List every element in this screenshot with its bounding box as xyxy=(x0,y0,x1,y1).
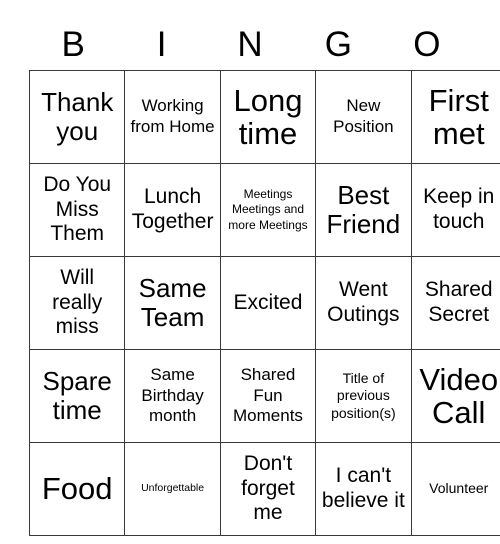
bingo-cell[interactable]: I can't believe it xyxy=(315,442,412,536)
bingo-cell[interactable]: Don't forget me xyxy=(219,442,317,536)
bingo-header-row: B I N G O xyxy=(29,18,471,70)
bingo-card: B I N G O Thank you Working from Home Lo… xyxy=(28,18,500,536)
bingo-cell[interactable]: Thank you xyxy=(28,70,126,164)
bingo-row: Will really miss Same Team Excited Went … xyxy=(28,256,500,350)
bingo-grid: Thank you Working from Home Long time Ne… xyxy=(28,70,500,536)
bingo-cell[interactable]: Shared Secret xyxy=(410,256,500,350)
bingo-header-letter-b: B xyxy=(61,24,85,64)
bingo-cell[interactable]: Volunteer xyxy=(410,442,500,536)
bingo-cell[interactable]: Unforgettable xyxy=(124,442,221,536)
bingo-header-letter-n: N xyxy=(237,24,263,64)
bingo-row: Food Unforgettable Don't forget me I can… xyxy=(28,442,500,536)
bingo-cell[interactable]: Meetings Meetings and more Meetings xyxy=(219,163,317,257)
bingo-header-letter-i: I xyxy=(156,24,167,64)
bingo-cell[interactable]: New Position xyxy=(315,70,412,164)
bingo-cell[interactable]: Went Outings xyxy=(315,256,412,350)
bingo-cell[interactable]: Video Call xyxy=(410,349,500,443)
bingo-cell[interactable]: Keep in touch xyxy=(410,163,500,257)
bingo-cell[interactable]: Shared Fun Moments xyxy=(219,349,317,443)
bingo-header-letter-g: G xyxy=(324,24,353,64)
bingo-header-letter-o: O xyxy=(413,24,441,64)
bingo-cell[interactable]: Lunch Together xyxy=(124,163,221,257)
bingo-cell[interactable]: Title of previous position(s) xyxy=(315,349,412,443)
bingo-cell[interactable]: Food xyxy=(28,442,126,536)
bingo-cell[interactable]: Same Birthday month xyxy=(124,349,221,443)
bingo-row: Spare time Same Birthday month Shared Fu… xyxy=(28,349,500,443)
bingo-cell[interactable]: Same Team xyxy=(124,256,221,350)
bingo-cell[interactable]: Working from Home xyxy=(124,70,221,164)
bingo-cell[interactable]: Do You Miss Them xyxy=(28,163,126,257)
bingo-cell[interactable]: Will really miss xyxy=(28,256,126,350)
bingo-row: Thank you Working from Home Long time Ne… xyxy=(28,70,500,164)
bingo-cell[interactable]: Best Friend xyxy=(315,163,412,257)
bingo-row: Do You Miss Them Lunch Together Meetings… xyxy=(28,163,500,257)
bingo-cell[interactable]: Long time xyxy=(219,70,317,164)
bingo-cell[interactable]: Excited xyxy=(219,256,317,350)
bingo-cell[interactable]: First met xyxy=(410,70,500,164)
bingo-cell[interactable]: Spare time xyxy=(28,349,126,443)
